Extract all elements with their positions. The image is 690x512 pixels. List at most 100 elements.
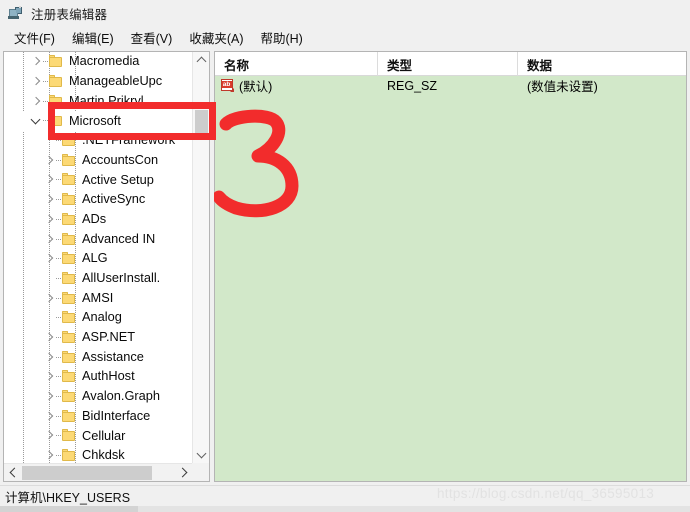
- tree-item-martin-prikryl[interactable]: Martin Prikryl: [4, 91, 193, 111]
- menu-file[interactable]: 文件(F): [6, 26, 64, 49]
- chevron-right-icon[interactable]: [30, 52, 43, 71]
- chevron-right-icon[interactable]: [43, 348, 56, 367]
- bottom-strip-accent: [0, 506, 138, 512]
- scroll-left-icon[interactable]: [4, 464, 22, 481]
- tree-item-label: Cellular: [82, 427, 126, 443]
- tree-item-activesync[interactable]: ActiveSync: [4, 190, 193, 210]
- registry-values-list[interactable]: ab (默认) REG_SZ (数值未设置): [215, 76, 686, 95]
- tree-item-label: AuthHost: [82, 368, 135, 384]
- scroll-down-icon[interactable]: [193, 446, 209, 463]
- column-header-name[interactable]: 名称: [215, 52, 378, 76]
- tree-item-microsoft[interactable]: Microsoft: [4, 111, 193, 131]
- tree-vertical-scroll-thumb[interactable]: [195, 110, 208, 140]
- chevron-right-icon[interactable]: [30, 92, 43, 111]
- tree-item-analog[interactable]: Analog: [4, 308, 193, 328]
- chevron-right-icon[interactable]: [43, 407, 56, 426]
- chevron-right-icon[interactable]: [43, 151, 56, 170]
- menu-view[interactable]: 查看(V): [123, 26, 182, 49]
- chevron-right-icon[interactable]: [43, 328, 56, 347]
- chevron-right-icon[interactable]: [43, 230, 56, 249]
- menu-help[interactable]: 帮助(H): [252, 26, 311, 49]
- tree-item-label: Analog: [82, 309, 122, 325]
- chevron-right-icon[interactable]: [43, 249, 56, 268]
- tree-item-asp-net[interactable]: ASP.NET: [4, 328, 193, 348]
- folder-icon: [62, 370, 77, 383]
- tree-item-manageableupc[interactable]: ManageableUpc: [4, 72, 193, 92]
- tree-item-active-setup[interactable]: Active Setup: [4, 170, 193, 190]
- tree-item-bidinterface[interactable]: BidInterface: [4, 406, 193, 426]
- tree-item-advanced-in[interactable]: Advanced IN: [4, 229, 193, 249]
- chevron-right-icon[interactable]: [43, 289, 56, 308]
- chevron-right-icon[interactable]: [43, 387, 56, 406]
- folder-icon: [62, 232, 77, 246]
- window-title: 注册表编辑器: [31, 7, 108, 22]
- chevron-right-icon[interactable]: [43, 426, 56, 445]
- tree-vertical-scrollbar[interactable]: [192, 52, 209, 463]
- tree-horizontal-scroll-thumb[interactable]: [22, 466, 152, 480]
- menu-edit[interactable]: 编辑(E): [64, 26, 123, 49]
- tree-item-ads[interactable]: ADs: [4, 210, 193, 230]
- chevron-right-icon[interactable]: [30, 72, 43, 91]
- status-path: 计算机\HKEY_USERS: [5, 490, 131, 505]
- menu-favorites[interactable]: 收藏夹(A): [181, 26, 252, 49]
- scroll-up-icon[interactable]: [193, 52, 209, 69]
- folder-icon: [62, 330, 77, 344]
- tree-item-macromedia[interactable]: Macromedia: [4, 52, 193, 72]
- tree-item-alg[interactable]: ALG: [4, 249, 193, 269]
- scroll-right-icon[interactable]: [175, 464, 193, 481]
- title-bar: 注册表编辑器: [0, 0, 690, 26]
- tree-item-cellular[interactable]: Cellular: [4, 426, 193, 446]
- column-header-type[interactable]: 类型: [378, 52, 518, 76]
- tree-item-alluserinstall[interactable]: AllUserInstall.: [4, 269, 193, 289]
- registry-tree-pane[interactable]: Macromedia ManageableUpc Martin Prikryl Mic…: [3, 51, 210, 482]
- tree-item-netframework[interactable]: .NETFramework: [4, 131, 193, 151]
- main-area: Macromedia ManageableUpc Martin Prikryl Mic…: [0, 48, 690, 485]
- tree-item-assistance[interactable]: Assistance: [4, 347, 193, 367]
- chevron-right-icon[interactable]: [43, 446, 56, 463]
- chevron-down-icon[interactable]: [30, 111, 43, 130]
- chevron-right-icon[interactable]: [43, 190, 56, 209]
- registry-tree[interactable]: Macromedia ManageableUpc Martin Prikryl Mic…: [4, 52, 193, 463]
- registry-editor-window: 注册表编辑器 文件(F) 编辑(E) 查看(V) 收藏夹(A) 帮助(H) Ma…: [0, 0, 690, 512]
- folder-icon: [62, 173, 77, 186]
- tree-item-label: Assistance: [82, 348, 144, 364]
- tree-item-label: AccountsCon: [82, 151, 159, 167]
- table-row[interactable]: ab (默认) REG_SZ (数值未设置): [215, 76, 686, 95]
- column-header-data[interactable]: 数据: [518, 52, 686, 76]
- tree-item-label: AllUserInstall.: [82, 270, 161, 285]
- folder-icon: [62, 134, 77, 147]
- folder-icon: [49, 55, 64, 68]
- tree-item-accountscon[interactable]: AccountsCon: [4, 150, 193, 170]
- tree-item-label: Active Setup: [82, 171, 154, 187]
- tree-item-label: BidInterface: [82, 407, 151, 423]
- chevron-right-icon[interactable]: [43, 170, 56, 189]
- list-column-headers: 名称 类型 数据: [215, 52, 686, 76]
- scrollbar-corner: [192, 463, 209, 481]
- tree-item-label: Avalon.Graph: [82, 388, 161, 404]
- folder-icon: [62, 429, 77, 442]
- tree-item-avalon-graph[interactable]: Avalon.Graph: [4, 387, 193, 407]
- folder-icon: [62, 193, 77, 206]
- registry-values-pane[interactable]: 名称 类型 数据 ab (默认) REG_SZ (数值未设置): [214, 51, 687, 482]
- cell-name: ab (默认): [215, 76, 378, 95]
- tree-item-authhost[interactable]: AuthHost: [4, 367, 193, 387]
- chevron-right-icon[interactable]: [43, 210, 56, 229]
- tree-item-label: .NETFramework: [82, 132, 176, 148]
- tree-item-amsi[interactable]: AMSI: [4, 288, 193, 308]
- folder-icon: [62, 311, 77, 324]
- tree-horizontal-scrollbar[interactable]: [4, 463, 193, 481]
- chevron-right-icon[interactable]: [43, 367, 56, 386]
- tree-item-chkdsk[interactable]: Chkdsk: [4, 446, 193, 463]
- tree-item-label: ActiveSync: [82, 191, 146, 207]
- bottom-strip: [0, 506, 690, 512]
